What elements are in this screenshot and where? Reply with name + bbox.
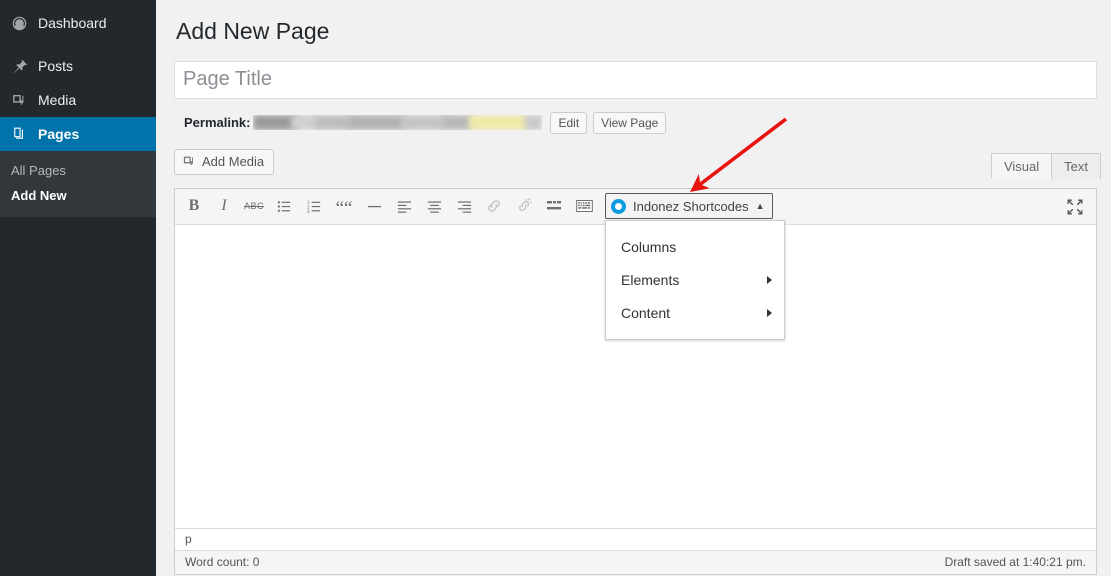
view-page-button[interactable]: View Page [593, 111, 667, 134]
remove-link-icon[interactable] [509, 192, 539, 220]
menu-item-label: Columns [621, 238, 677, 255]
sidebar-item-all-pages[interactable]: All Pages [0, 158, 156, 183]
toolbar-toggle-icon[interactable] [569, 192, 599, 220]
sidebar-separator-1 [0, 40, 156, 49]
italic-icon[interactable]: I [209, 192, 239, 220]
add-media-label: Add Media [202, 154, 265, 170]
pages-submenu: All Pages Add New [0, 151, 156, 217]
sidebar-item-pages[interactable]: Pages [0, 117, 164, 151]
numbered-list-icon[interactable]: 1 2 3 [299, 192, 329, 220]
pages-sheets-icon [9, 124, 29, 144]
sidebar-item-label: Pages [38, 126, 80, 142]
current-menu-pointer [156, 126, 164, 142]
wordpress-admin-screen: Dashboard Posts Media Pages All Pages Ad… [0, 0, 1111, 576]
horizontal-rule-icon[interactable] [359, 192, 389, 220]
sidebar-menu: Dashboard Posts Media Pages All Pages Ad… [0, 0, 164, 217]
menu-item-columns[interactable]: Columns [606, 230, 784, 263]
sidebar-item-label: Posts [38, 58, 74, 74]
indonez-shortcodes-dropdown: Indonez Shortcodes ▲ Columns Elements Co… [605, 193, 785, 341]
align-left-icon[interactable] [389, 192, 419, 220]
permalink-label: Permalink: [184, 115, 251, 131]
strikethrough-icon[interactable]: ABC [239, 192, 269, 220]
sidebar-item-label: Dashboard [38, 15, 107, 31]
sidebar-item-media[interactable]: Media [0, 83, 156, 117]
svg-text:3: 3 [307, 209, 310, 214]
submenu-arrow-icon [767, 275, 772, 284]
submenu-arrow-icon [767, 308, 772, 317]
insert-link-icon[interactable] [479, 192, 509, 220]
page-title-input[interactable] [174, 60, 1097, 99]
submenu-label: Add New [11, 188, 67, 203]
word-count: Word count: 0 [185, 555, 260, 570]
permalink-url-redacted [253, 115, 543, 131]
main-content: Add New Page Permalink: Edit View Page [156, 0, 1111, 576]
indonez-logo-icon [611, 198, 626, 214]
editor-toolbar: B I ABC 1 2 3 ““ Indonez Shortcodes ▲ Co… [175, 188, 1096, 341]
add-media-icon [182, 154, 197, 169]
indonez-shortcodes-label: Indonez Shortcodes [633, 198, 749, 214]
bold-icon[interactable]: B [179, 192, 209, 220]
element-path-bar: p [175, 527, 1096, 550]
menu-item-label: Content [621, 304, 671, 321]
tab-visual[interactable]: Visual [990, 153, 1053, 179]
menu-item-label: Elements [621, 271, 680, 288]
admin-sidebar: Dashboard Posts Media Pages All Pages Ad… [0, 0, 164, 576]
menu-item-elements[interactable]: Elements [606, 263, 784, 296]
editor-status-bar: Word count: 0 Draft saved at 1:40:21 pm. [175, 549, 1096, 574]
submenu-label: All Pages [11, 163, 66, 178]
dashboard-gauge-icon [9, 13, 29, 33]
chevron-up-icon: ▲ [755, 200, 765, 211]
content-editor: B I ABC 1 2 3 ““ Indonez Shortcodes ▲ Co… [174, 187, 1097, 575]
sidebar-item-dashboard[interactable]: Dashboard [0, 6, 156, 40]
sidebar-item-add-new[interactable]: Add New [0, 183, 156, 208]
menu-item-content[interactable]: Content [606, 296, 784, 329]
title-field-wrap [174, 60, 1101, 99]
sidebar-item-posts[interactable]: Posts [0, 49, 156, 83]
align-center-icon[interactable] [419, 192, 449, 220]
distraction-free-writing-icon[interactable] [1061, 193, 1089, 221]
editor-mode-tabs: Visual Text [990, 153, 1101, 179]
bulleted-list-icon[interactable] [269, 192, 299, 220]
insert-more-tag-icon[interactable] [539, 192, 569, 220]
edit-permalink-button[interactable]: Edit [550, 111, 588, 134]
sidebar-item-label: Media [38, 92, 77, 108]
blockquote-icon[interactable]: ““ [329, 192, 359, 220]
tab-text[interactable]: Text [1051, 153, 1101, 179]
draft-saved-status: Draft saved at 1:40:21 pm. [944, 555, 1086, 570]
media-buttons-row: Add Media [174, 148, 1101, 175]
indonez-shortcodes-menu: Columns Elements Content [605, 220, 785, 341]
indonez-shortcodes-button[interactable]: Indonez Shortcodes ▲ [605, 193, 773, 220]
media-note-icon [9, 90, 29, 110]
add-media-button[interactable]: Add Media [174, 148, 275, 175]
align-right-icon[interactable] [449, 192, 479, 220]
permalink-row: Permalink: Edit View Page [174, 108, 1101, 138]
page-title: Add New Page [176, 18, 330, 44]
pushpin-icon [9, 56, 29, 76]
